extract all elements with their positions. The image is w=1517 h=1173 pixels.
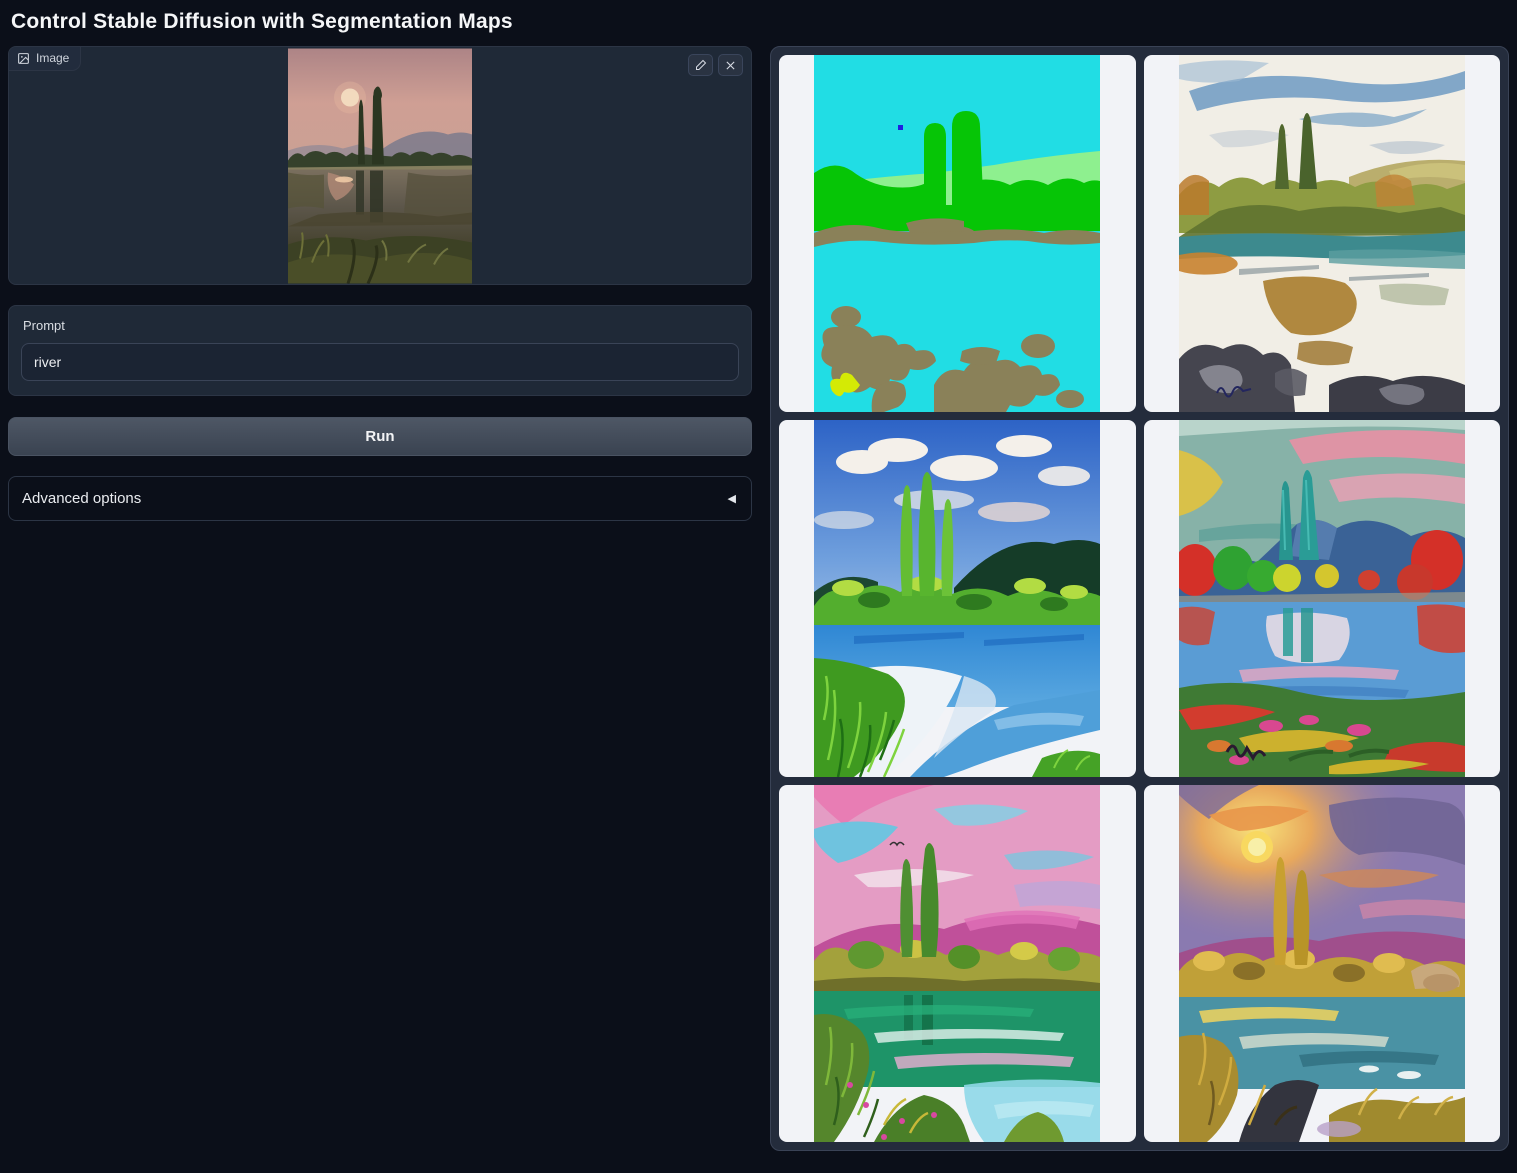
pencil-icon: [695, 59, 707, 71]
main-layout: Image: [8, 46, 1509, 1151]
gallery-item-golden-sunset[interactable]: [1144, 785, 1501, 1142]
input-column: Image: [8, 46, 752, 521]
watercolor-river-image: [1179, 55, 1465, 412]
image-input-panel: Image: [8, 46, 752, 285]
image-label-text: Image: [36, 51, 69, 65]
image-component-label: Image: [9, 47, 81, 71]
app-root: Control Stable Diffusion with Segmentati…: [0, 0, 1517, 1151]
output-gallery: [770, 46, 1509, 1151]
page-title: Control Stable Diffusion with Segmentati…: [8, 0, 1509, 46]
prompt-input[interactable]: [21, 343, 739, 381]
segmentation-map-image: [814, 55, 1100, 412]
prompt-label: Prompt: [23, 318, 739, 333]
image-actions: [688, 54, 743, 76]
advanced-options-label: Advanced options: [22, 490, 141, 507]
vivid-oil-river-image: [814, 420, 1100, 777]
run-button[interactable]: Run: [8, 417, 752, 456]
gallery-item-segmentation-map[interactable]: [779, 55, 1136, 412]
close-icon: [725, 60, 736, 71]
gallery-item-vivid-oil[interactable]: [779, 420, 1136, 777]
gallery-item-watercolor[interactable]: [1144, 55, 1501, 412]
advanced-options-accordion[interactable]: Advanced options ◀: [8, 476, 752, 521]
golden-sunset-river-image: [1179, 785, 1465, 1142]
pink-sky-river-image: [814, 785, 1100, 1142]
gallery-item-pink-sky[interactable]: [779, 785, 1136, 1142]
sunset-river-photo: [288, 48, 472, 283]
image-icon: [17, 52, 30, 65]
gallery-item-fauvist[interactable]: [1144, 420, 1501, 777]
clear-image-button[interactable]: [718, 54, 743, 76]
prompt-panel: Prompt: [8, 305, 752, 396]
edit-image-button[interactable]: [688, 54, 713, 76]
triangle-left-icon: ◀: [728, 492, 736, 505]
uploaded-image[interactable]: [288, 48, 472, 283]
fauvist-river-image: [1179, 420, 1465, 777]
